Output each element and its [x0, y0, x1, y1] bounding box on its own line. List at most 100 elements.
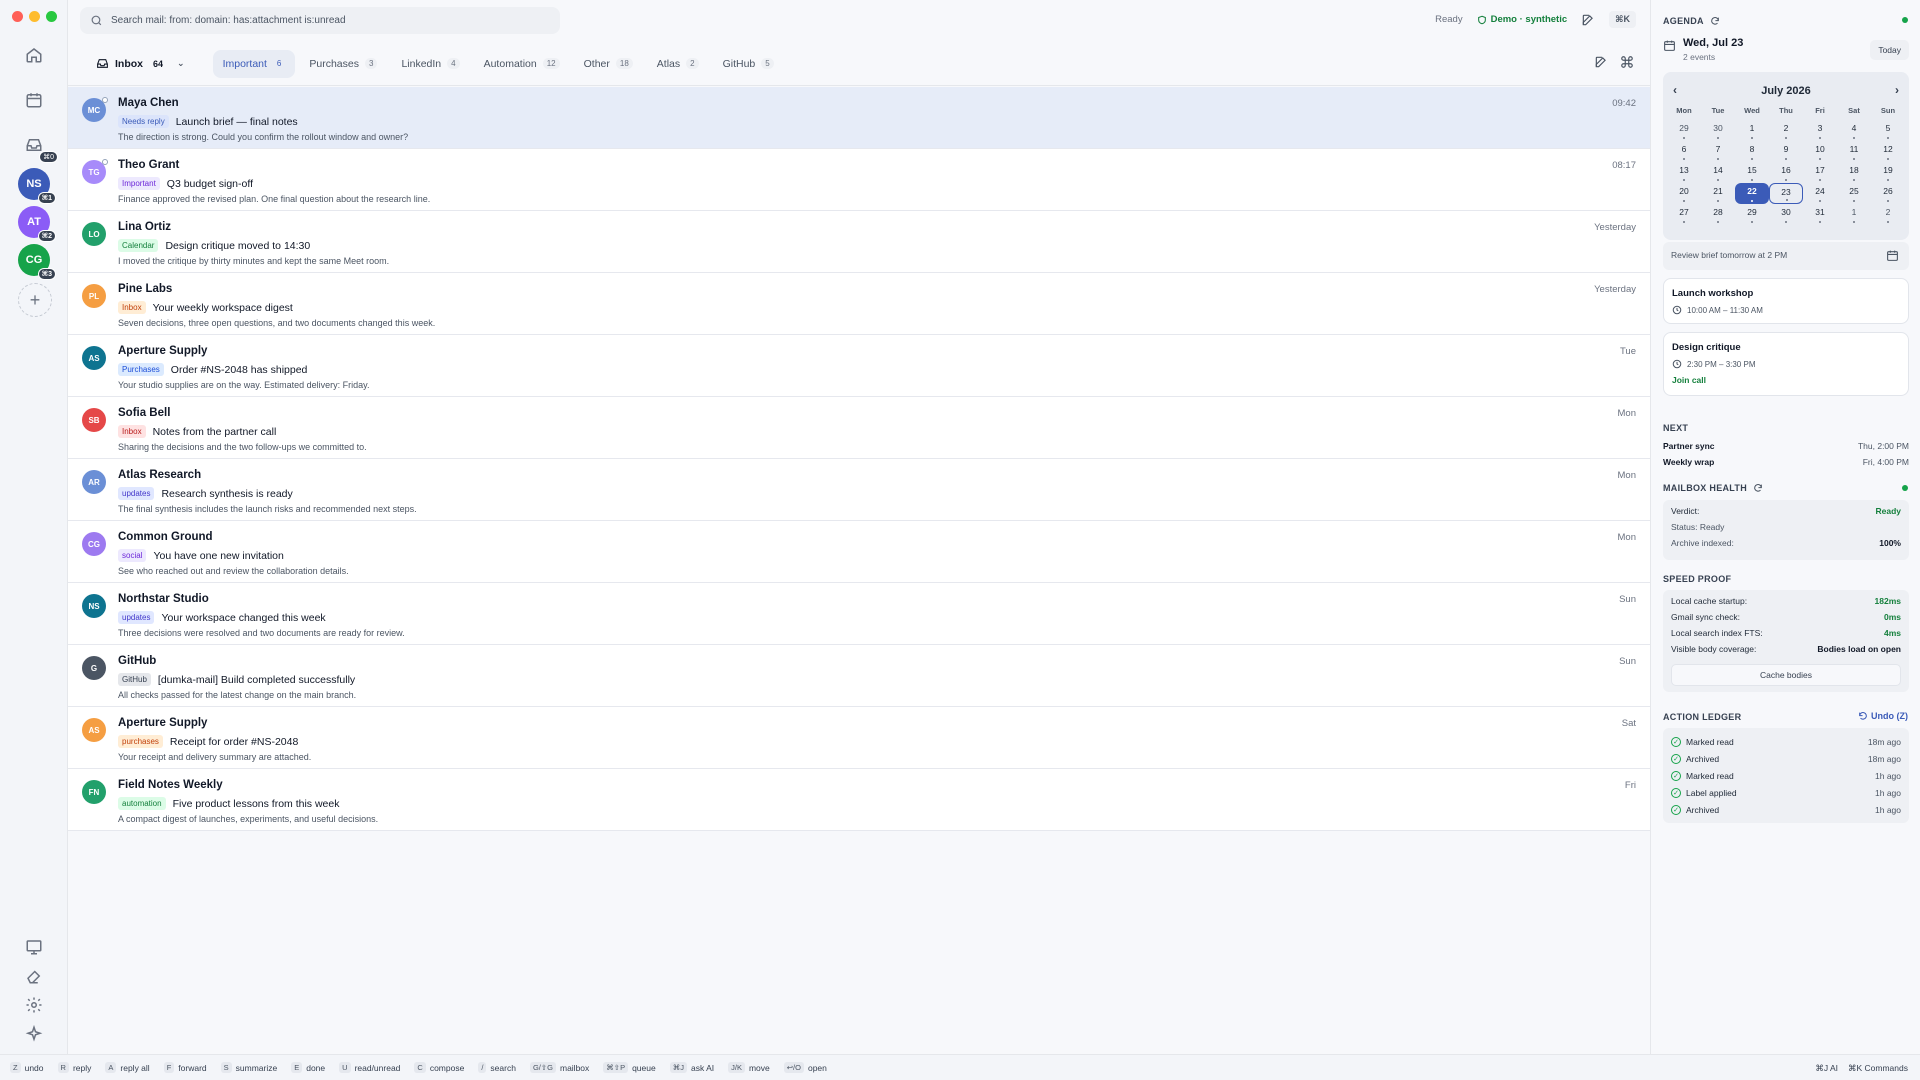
shortcut-hint[interactable]: Ccompose [414, 1062, 464, 1073]
search-input[interactable] [111, 15, 531, 26]
shortcut-hint[interactable]: Fforward [163, 1062, 207, 1073]
mail-row[interactable]: SB Sofia Bell Mon Inbox Notes from the partn… [68, 397, 1650, 459]
calendar-day[interactable]: 9 [1769, 141, 1803, 162]
mail-row[interactable]: CG Common Ground Mon social You have one new… [68, 521, 1650, 583]
calendar-day[interactable]: 23 [1769, 183, 1803, 204]
tab-linkedin[interactable]: LinkedIn 4 [391, 50, 469, 78]
tab-atlas[interactable]: Atlas 2 [647, 50, 709, 78]
search-box[interactable] [80, 7, 560, 34]
mail-row[interactable]: MC Maya Chen 09:42 Needs reply Launch brief … [68, 87, 1650, 149]
calendar-day[interactable]: 1 [1837, 204, 1871, 225]
cache-bodies-button[interactable]: Cache bodies [1671, 664, 1901, 686]
next-item[interactable]: Weekly wrap Fri, 4:00 PM [1663, 457, 1909, 467]
compose-icon[interactable] [1594, 55, 1608, 69]
commands-shortcut[interactable]: ⌘K Commands [1848, 1063, 1908, 1074]
today-button[interactable]: Today [1870, 40, 1909, 60]
calendar-day[interactable]: 7 [1701, 141, 1735, 162]
next-item[interactable]: Partner sync Thu, 2:00 PM [1663, 441, 1909, 451]
calendar-day[interactable]: 11 [1837, 141, 1871, 162]
calendar-day[interactable]: 14 [1701, 162, 1735, 183]
calendar-day[interactable]: 19 [1871, 162, 1905, 183]
calendar-day[interactable]: 4 [1837, 120, 1871, 141]
mail-row[interactable]: G GitHub Sun GitHub [dumka-mail] Build compl… [68, 645, 1650, 707]
mail-row[interactable]: TG Theo Grant 08:17 Important Q3 budget sign… [68, 149, 1650, 211]
monitor-icon[interactable] [20, 933, 48, 961]
ai-shortcut[interactable]: ⌘J AI [1815, 1063, 1838, 1074]
event-card[interactable]: Launch workshop 10:00 AM – 11:30 AM [1663, 278, 1909, 324]
shortcut-hint[interactable]: ⌘J ask AI [669, 1062, 714, 1073]
mail-row[interactable]: NS Northstar Studio Sun updates Your workspa… [68, 583, 1650, 645]
undo-button[interactable]: Undo (Z) [1858, 711, 1908, 721]
shortcut-hint[interactable]: G/⇧G mailbox [529, 1062, 589, 1073]
calendar-day[interactable]: 13 [1667, 162, 1701, 183]
calendar-day[interactable]: 26 [1871, 183, 1905, 204]
shortcut-hint[interactable]: Areply all [105, 1062, 150, 1073]
sparkles-icon[interactable] [20, 1020, 48, 1048]
calendar-day[interactable]: 10 [1803, 141, 1837, 162]
calendar-day[interactable]: 15 [1735, 162, 1769, 183]
shortcut-hint[interactable]: ↩/O open [783, 1062, 827, 1073]
calendar-day[interactable]: 30 [1701, 120, 1735, 141]
calendar-day[interactable]: 21 [1701, 183, 1735, 204]
tab-github[interactable]: GitHub 5 [713, 50, 784, 78]
calendar-day[interactable]: 2 [1769, 120, 1803, 141]
calendar-day[interactable]: 25 [1837, 183, 1871, 204]
refresh-icon[interactable] [1753, 483, 1763, 493]
calendar-day[interactable]: 28 [1701, 204, 1735, 225]
tab-inbox[interactable]: Inbox 64 ⌄ [86, 49, 195, 78]
calendar-day[interactable]: 20 [1667, 183, 1701, 204]
account-avatar-cg[interactable]: CG ⌘3 [18, 244, 56, 280]
compose-icon[interactable] [1581, 13, 1595, 27]
calendar-day[interactable]: 12 [1871, 141, 1905, 162]
shortcut-hint[interactable]: / search [478, 1062, 516, 1073]
mail-row[interactable]: PL Pine Labs Yesterday Inbox Your weekly wor… [68, 273, 1650, 335]
calendar-day[interactable]: 31 [1803, 204, 1837, 225]
shortcut-hint[interactable]: Ssummarize [220, 1062, 277, 1073]
shortcut-hint[interactable]: Zundo [10, 1062, 44, 1073]
calendar-day[interactable]: 2 [1871, 204, 1905, 225]
account-avatar-at[interactable]: AT ⌘2 [18, 206, 56, 242]
refresh-icon[interactable] [1710, 16, 1720, 26]
calendar-day[interactable]: 3 [1803, 120, 1837, 141]
tab-automation[interactable]: Automation 12 [474, 50, 570, 78]
command-palette-button[interactable]: ⌘K [1609, 11, 1636, 28]
calendar-day[interactable]: 24 [1803, 183, 1837, 204]
event-card[interactable]: Design critique 2:30 PM – 3:30 PM Join c… [1663, 332, 1909, 396]
tab-other[interactable]: Other 18 [574, 50, 643, 78]
zoom-window-button[interactable] [46, 11, 57, 22]
calendar-day[interactable]: 8 [1735, 141, 1769, 162]
next-month-button[interactable]: › [1895, 83, 1899, 97]
account-avatar-ns[interactable]: NS ⌘1 [18, 168, 56, 204]
calendar-day[interactable]: 18 [1837, 162, 1871, 183]
join-call-link[interactable]: Join call [1672, 375, 1900, 385]
calendar-day[interactable]: 1 [1735, 120, 1769, 141]
home-icon[interactable] [20, 41, 48, 69]
add-account-button[interactable]: + [18, 283, 52, 317]
calendar-day[interactable]: 30 [1769, 204, 1803, 225]
settings-gear-icon[interactable] [20, 991, 48, 1019]
calendar-day[interactable]: 5 [1871, 120, 1905, 141]
mail-row[interactable]: AS Aperture Supply Sat purchases Receipt for… [68, 707, 1650, 769]
close-window-button[interactable] [12, 11, 23, 22]
shortcut-hint[interactable]: Uread/unread [339, 1062, 400, 1073]
calendar-day[interactable]: 22 [1735, 183, 1769, 204]
calendar-icon[interactable] [20, 86, 48, 114]
inbox-icon[interactable]: ⌘0 [20, 131, 58, 163]
shortcut-hint[interactable]: ⌘⇧P queue [603, 1062, 656, 1073]
mail-row[interactable]: AR Atlas Research Mon updates Research synth… [68, 459, 1650, 521]
calendar-day[interactable]: 6 [1667, 141, 1701, 162]
minimize-window-button[interactable] [29, 11, 40, 22]
shortcut-hint[interactable]: Edone [291, 1062, 325, 1073]
calendar-day[interactable]: 29 [1667, 120, 1701, 141]
calendar-day[interactable]: 16 [1769, 162, 1803, 183]
eraser-icon[interactable] [20, 962, 48, 990]
mail-row[interactable]: FN Field Notes Weekly Fri automation Five pr… [68, 769, 1650, 831]
shortcut-hint[interactable]: Rreply [57, 1062, 91, 1073]
tab-purchases[interactable]: Purchases 3 [299, 50, 387, 78]
chevron-down-icon[interactable]: ⌄ [177, 58, 185, 69]
shortcut-hint[interactable]: J/K move [728, 1062, 770, 1073]
command-icon[interactable] [1620, 55, 1634, 69]
tab-important[interactable]: Important 6 [212, 49, 296, 78]
calendar-day[interactable]: 27 [1667, 204, 1701, 225]
calendar-day[interactable]: 29 [1735, 204, 1769, 225]
